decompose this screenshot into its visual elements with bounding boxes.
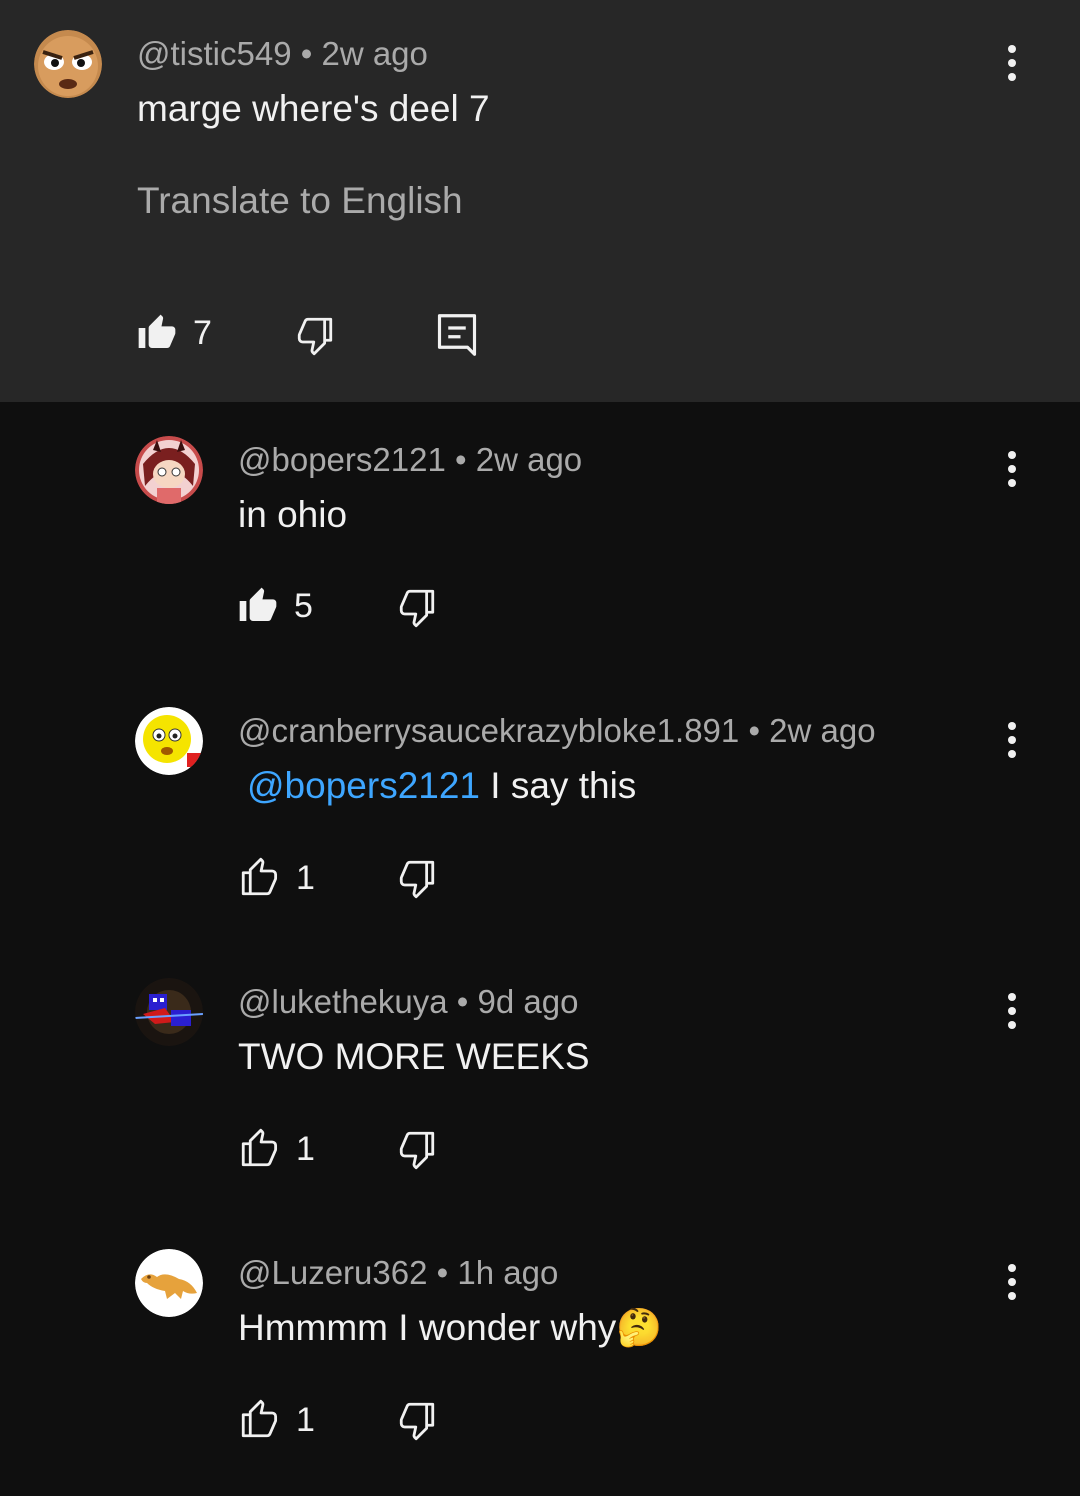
author-handle[interactable]: @tistic549 — [137, 35, 292, 72]
avatar[interactable] — [135, 707, 203, 775]
like-button[interactable]: 1 — [238, 857, 315, 899]
comment-meta: @bopers2121 • 2w ago — [238, 440, 582, 480]
avatar-geometry-icon — [135, 978, 203, 1046]
comment-text-body: I say this — [490, 765, 637, 806]
comment-meta: @tistic549 • 2w ago — [137, 34, 428, 74]
author-handle[interactable]: @bopers2121 — [238, 441, 446, 478]
author-handle[interactable]: @Luzeru362 — [238, 1254, 427, 1291]
comment-meta: @Luzeru362 • 1h ago — [238, 1253, 558, 1293]
more-dot — [1008, 1278, 1016, 1286]
dislike-button[interactable] — [396, 1399, 438, 1441]
more-dot — [1008, 993, 1016, 1001]
thumbs-up-icon — [241, 857, 278, 896]
author-handle[interactable]: @cranberrysaucekrazybloke1.891 — [238, 712, 739, 749]
like-button[interactable]: 1 — [238, 1128, 315, 1170]
avatar[interactable] — [135, 978, 203, 1046]
like-count: 7 — [193, 314, 212, 352]
more-options-button[interactable] — [992, 1257, 1032, 1307]
like-count: 5 — [294, 587, 313, 625]
thumbs-down-icon — [399, 1131, 435, 1170]
thumbs-down-icon — [399, 1402, 435, 1441]
more-dot — [1008, 750, 1016, 758]
comment-time[interactable]: 2w ago — [769, 712, 875, 749]
comment-text-body: TWO MORE WEEKS — [238, 1036, 590, 1077]
meta-separator: • — [455, 441, 467, 478]
more-options-button[interactable] — [992, 715, 1032, 765]
comment-text-body: Hmmmm I wonder why — [238, 1307, 617, 1348]
like-count: 1 — [296, 1401, 315, 1439]
thumbs-down-icon — [297, 317, 333, 356]
dislike-button[interactable] — [396, 1128, 438, 1170]
avatar-yellow-face-icon — [135, 707, 203, 775]
more-options-button[interactable] — [992, 38, 1032, 88]
more-dot — [1008, 45, 1016, 53]
reply-comment-icon — [437, 314, 477, 356]
comment-time[interactable]: 9d ago — [478, 983, 579, 1020]
comment-time[interactable]: 2w ago — [321, 35, 427, 72]
dislike-button[interactable] — [294, 314, 336, 356]
highlighted-comment: @tistic549 • 2w ago marge where's deel 7… — [0, 0, 1080, 402]
thinking-face-emoji: 🤔 — [616, 1307, 663, 1348]
comment-time[interactable]: 1h ago — [457, 1254, 558, 1291]
comment-meta: @lukethekuya • 9d ago — [238, 982, 578, 1022]
avatar[interactable] — [34, 30, 102, 98]
dislike-button[interactable] — [396, 586, 438, 628]
avatar-anime-character-icon — [135, 436, 203, 504]
like-button[interactable]: 1 — [238, 1399, 315, 1441]
comment-time[interactable]: 2w ago — [476, 441, 582, 478]
more-dot — [1008, 1021, 1016, 1029]
more-dot — [1008, 1292, 1016, 1300]
mention-link[interactable]: @bopers2121 — [247, 765, 480, 806]
avatar[interactable] — [135, 1249, 203, 1317]
comment-text: @bopers2121 I say this — [247, 764, 636, 808]
thumbs-up-filled-icon — [239, 587, 277, 621]
more-dot — [1008, 465, 1016, 473]
more-dot — [1008, 59, 1016, 67]
more-dot — [1008, 736, 1016, 744]
thumbs-up-icon — [241, 1399, 278, 1438]
reply-button[interactable] — [436, 312, 478, 358]
comment-text: TWO MORE WEEKS — [238, 1035, 590, 1079]
like-count: 1 — [296, 859, 315, 897]
comment-text-body: in ohio — [238, 494, 348, 535]
more-dot — [1008, 1264, 1016, 1272]
thumbs-down-icon — [399, 589, 435, 628]
meta-separator: • — [300, 35, 313, 72]
more-options-button[interactable] — [992, 986, 1032, 1036]
comment-text: marge where's deel 7 — [137, 88, 490, 129]
thumbs-up-filled-icon — [138, 314, 176, 348]
meta-separator: • — [436, 1254, 449, 1291]
avatar-angry-face-icon — [34, 30, 102, 98]
more-dot — [1008, 73, 1016, 81]
more-options-button[interactable] — [992, 444, 1032, 494]
dislike-button[interactable] — [396, 857, 438, 899]
comment-meta: @cranberrysaucekrazybloke1.891 • 2w ago — [238, 711, 876, 751]
comment-text: in ohio — [238, 493, 347, 537]
avatar[interactable] — [135, 436, 203, 504]
meta-separator: • — [748, 712, 760, 749]
like-button[interactable]: 7 — [137, 312, 212, 354]
like-button[interactable]: 5 — [238, 585, 313, 627]
more-dot — [1008, 451, 1016, 459]
like-count: 1 — [296, 1130, 315, 1168]
more-dot — [1008, 722, 1016, 730]
avatar-dino-nugget-icon — [135, 1249, 203, 1317]
meta-separator: • — [456, 983, 469, 1020]
comment-text: Hmmmm I wonder why🤔 — [238, 1306, 662, 1350]
translate-button[interactable]: Translate to English — [137, 179, 463, 223]
thumbs-down-icon — [399, 860, 435, 899]
more-dot — [1008, 1007, 1016, 1015]
thumbs-up-icon — [241, 1128, 278, 1167]
more-dot — [1008, 479, 1016, 487]
author-handle[interactable]: @lukethekuya — [238, 983, 448, 1020]
